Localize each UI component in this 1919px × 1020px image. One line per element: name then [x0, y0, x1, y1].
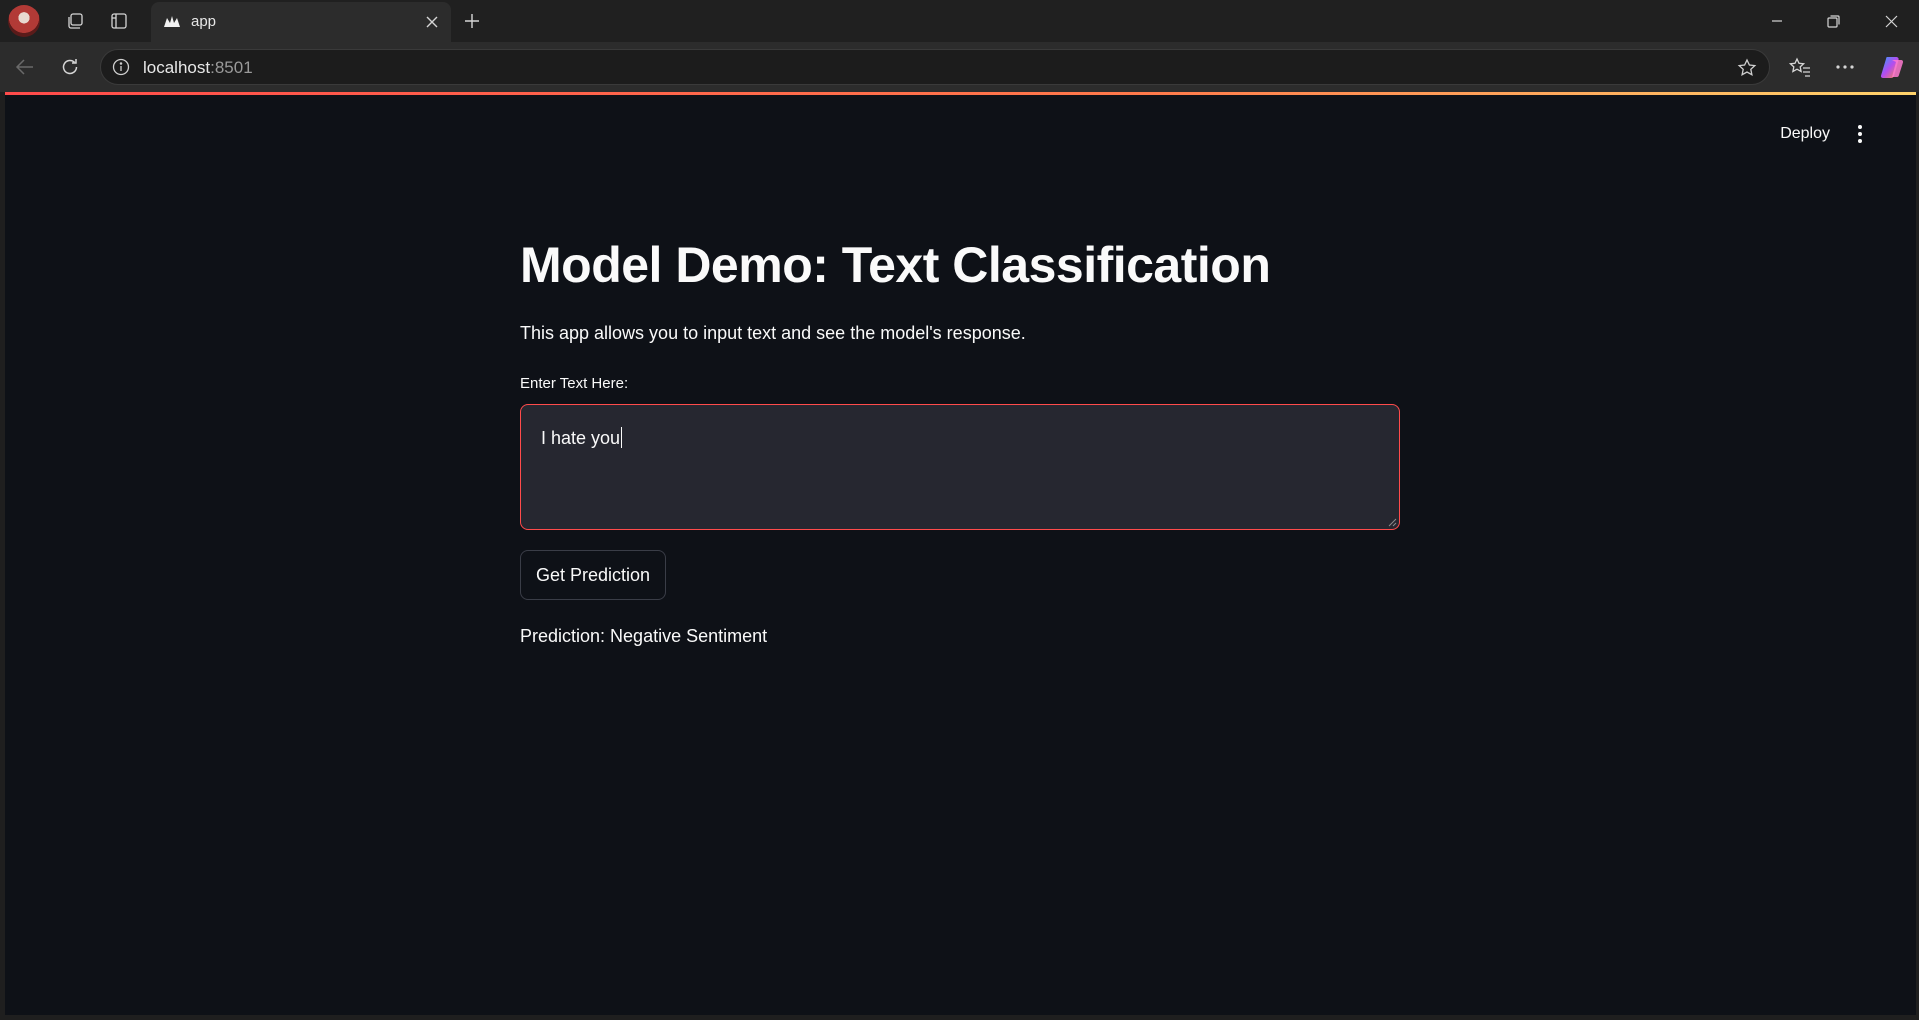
resize-handle-icon[interactable]	[1388, 518, 1397, 527]
window-close-icon[interactable]	[1863, 0, 1919, 42]
close-icon[interactable]	[421, 11, 443, 33]
url-port: :8501	[210, 58, 253, 77]
main-content: Model Demo: Text Classification This app…	[520, 235, 1405, 647]
browser-toolbar: localhost:8501	[0, 42, 1919, 92]
page-description: This app allows you to input text and se…	[520, 323, 1026, 343]
text-input-label: Enter Text Here:	[520, 375, 629, 392]
kebab-menu-icon[interactable]	[1848, 122, 1872, 146]
address-bar[interactable]: localhost:8501	[100, 49, 1770, 85]
page-title: Model Demo: Text Classification	[520, 237, 1271, 293]
profile-avatar[interactable]	[8, 5, 40, 37]
copilot-icon[interactable]	[1878, 52, 1908, 82]
restore-icon[interactable]	[1805, 0, 1861, 42]
favorites-icon[interactable]	[1785, 52, 1815, 82]
info-icon[interactable]	[111, 57, 131, 77]
more-icon[interactable]	[1830, 52, 1860, 82]
tab-title: app	[191, 13, 217, 30]
text-caret	[621, 427, 623, 448]
refresh-icon[interactable]	[55, 52, 85, 82]
back-icon[interactable]	[10, 52, 40, 82]
deploy-button[interactable]: Deploy	[1780, 125, 1830, 143]
url-text[interactable]: localhost:8501	[143, 58, 253, 78]
browser-titlebar: app	[0, 0, 1919, 42]
tab-actions-icon[interactable]	[104, 6, 134, 36]
plus-icon[interactable]	[457, 6, 487, 36]
prediction-result: Prediction: Negative Sentiment	[520, 626, 768, 646]
active-tab[interactable]: app	[151, 2, 451, 42]
text-input-value[interactable]: I hate you	[541, 427, 623, 449]
get-prediction-button[interactable]: Get Prediction	[520, 550, 667, 600]
star-icon[interactable]	[1735, 56, 1759, 80]
workspaces-icon[interactable]	[60, 6, 90, 36]
url-host: localhost	[143, 58, 211, 77]
streamlit-favicon	[163, 13, 181, 31]
minimize-icon[interactable]	[1749, 0, 1805, 42]
text-input-area[interactable]: I hate you	[520, 404, 1400, 530]
streamlit-app: Deploy Model Demo: Text Classification T…	[5, 95, 1916, 1015]
